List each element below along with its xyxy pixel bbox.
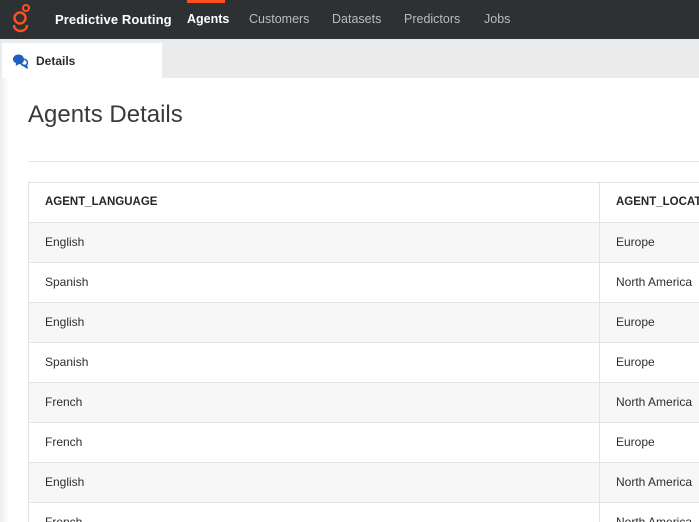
chat-bubbles-icon xyxy=(13,54,28,69)
column-separator xyxy=(599,303,600,342)
title-divider xyxy=(28,161,699,162)
sidebar-shadow xyxy=(0,78,9,522)
nav-item-datasets[interactable]: Datasets xyxy=(332,12,381,26)
table-row[interactable]: French North America xyxy=(29,503,699,522)
cell-agent-location: North America xyxy=(616,275,693,289)
tab-details-label: Details xyxy=(36,54,76,68)
column-separator xyxy=(599,223,600,262)
cell-agent-language: English xyxy=(45,315,85,329)
cell-agent-location: North America xyxy=(616,475,693,489)
column-separator xyxy=(599,263,600,302)
table-row[interactable]: Spanish Europe xyxy=(29,343,699,383)
nav-item-jobs[interactable]: Jobs xyxy=(484,12,510,26)
main-content: Agents Details AGENT_LANGUAGE AGENT_LOCA… xyxy=(0,78,699,522)
cell-agent-language: English xyxy=(45,475,85,489)
top-nav: Predictive Routing Agents Customers Data… xyxy=(0,0,699,39)
column-header-agent-language[interactable]: AGENT_LANGUAGE xyxy=(45,183,595,222)
cell-agent-location: North America xyxy=(616,395,693,409)
table-row[interactable]: Spanish North America xyxy=(29,263,699,303)
app-brand[interactable]: Predictive Routing xyxy=(55,12,172,27)
column-separator xyxy=(599,343,600,382)
column-separator xyxy=(599,423,600,462)
table-row[interactable]: English North America xyxy=(29,463,699,503)
tab-details[interactable]: Details xyxy=(2,43,162,78)
cell-agent-location: Europe xyxy=(616,315,655,329)
page-title: Agents Details xyxy=(28,101,183,128)
nav-item-predictors[interactable]: Predictors xyxy=(404,12,460,26)
table-header-row: AGENT_LANGUAGE AGENT_LOCATI xyxy=(29,183,699,223)
nav-item-customers[interactable]: Customers xyxy=(249,12,309,26)
cell-agent-location: Europe xyxy=(616,435,655,449)
table-row[interactable]: French Europe xyxy=(29,423,699,463)
table-row[interactable]: French North America xyxy=(29,383,699,423)
genesys-logo-icon[interactable] xyxy=(9,3,33,35)
cell-agent-language: Spanish xyxy=(45,275,89,289)
column-separator xyxy=(599,383,600,422)
tab-strip: Details xyxy=(0,39,699,78)
nav-item-agents[interactable]: Agents xyxy=(187,12,229,26)
cell-agent-language: English xyxy=(45,235,85,249)
column-header-agent-location[interactable]: AGENT_LOCATI xyxy=(616,183,699,222)
cell-agent-language: French xyxy=(45,395,83,409)
column-separator xyxy=(599,183,600,222)
cell-agent-language: Spanish xyxy=(45,355,89,369)
column-separator xyxy=(599,463,600,502)
table-row[interactable]: English Europe xyxy=(29,303,699,343)
column-separator xyxy=(599,503,600,522)
agents-table: AGENT_LANGUAGE AGENT_LOCATI English Euro… xyxy=(28,182,699,522)
cell-agent-language: French xyxy=(45,435,83,449)
nav-active-indicator xyxy=(187,0,225,3)
cell-agent-location: North America xyxy=(616,515,693,522)
table-row[interactable]: English Europe xyxy=(29,223,699,263)
cell-agent-location: Europe xyxy=(616,235,655,249)
cell-agent-language: French xyxy=(45,515,83,522)
cell-agent-location: Europe xyxy=(616,355,655,369)
